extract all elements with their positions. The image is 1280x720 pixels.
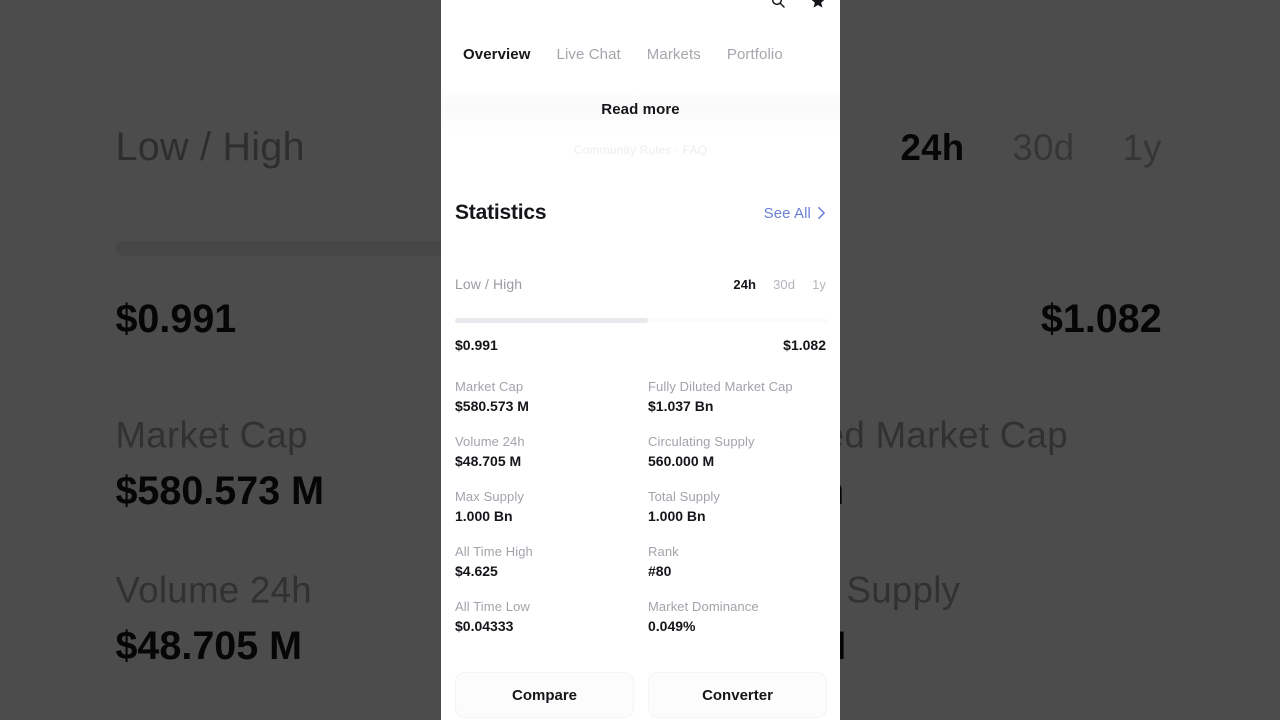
- tab-markets[interactable]: Markets: [647, 46, 701, 63]
- stat-rank: Rank #80: [648, 543, 827, 598]
- range-option-30d[interactable]: 30d: [773, 277, 795, 292]
- stat-volume-24h: Volume 24h $48.705 M: [455, 433, 634, 488]
- stat-total-supply: Total Supply 1.000 Bn: [648, 488, 827, 543]
- stat-market-cap: Market Cap $580.573 M: [455, 378, 634, 433]
- range-option-24h[interactable]: 24h: [733, 277, 756, 292]
- stat-value: $580.573 M: [455, 398, 529, 414]
- stat-value: 1.000 Bn: [648, 508, 706, 524]
- stat-label: All Time Low: [455, 599, 530, 614]
- bg-low-value: $0.991: [115, 295, 237, 341]
- tab-overview[interactable]: Overview: [463, 46, 531, 63]
- stat-label: All Time High: [455, 544, 533, 559]
- action-button-row: Compare Converter: [455, 672, 827, 718]
- stat-label: Market Dominance: [648, 599, 759, 614]
- tab-live-chat[interactable]: Live Chat: [557, 46, 621, 63]
- stat-fully-diluted-market-cap: Fully Diluted Market Cap $1.037 Bn: [648, 378, 827, 433]
- range-option-1y[interactable]: 1y: [812, 277, 826, 292]
- bg-range-30d: 30d: [1012, 124, 1075, 167]
- converter-button[interactable]: Converter: [648, 672, 827, 718]
- tab-bar: Overview Live Chat Markets Portfolio: [441, 38, 840, 70]
- stat-label: Total Supply: [648, 489, 721, 504]
- stat-label: Rank: [648, 544, 679, 559]
- stat-all-time-low: All Time Low $0.04333: [455, 598, 634, 653]
- stat-label: Circulating Supply: [648, 434, 755, 449]
- stat-value: #80: [648, 563, 672, 579]
- see-all-label: See All: [763, 204, 811, 222]
- compare-button[interactable]: Compare: [455, 672, 634, 718]
- see-all-link[interactable]: See All: [764, 205, 826, 222]
- stat-value: 560.000 M: [648, 453, 715, 469]
- star-icon[interactable]: [810, 0, 826, 9]
- stat-max-supply: Max Supply 1.000 Bn: [455, 488, 634, 543]
- read-more-button[interactable]: Read more: [601, 101, 679, 118]
- low-value: $0.991: [455, 337, 498, 353]
- bg-range-24h: 24h: [900, 124, 965, 167]
- low-high-values-row: $0.991 $1.082: [441, 334, 840, 356]
- low-high-row: Low / High 24h 30d 1y: [441, 272, 840, 296]
- stat-label: Max Supply: [455, 489, 524, 504]
- stat-value: $4.625: [455, 563, 498, 579]
- app-header: [441, 0, 840, 12]
- stat-market-dominance: Market Dominance 0.049%: [648, 598, 827, 653]
- header-right-group: [770, 0, 826, 9]
- bg-low-high-label: Low / High: [115, 123, 305, 169]
- stat-value: 1.000 Bn: [455, 508, 513, 524]
- statistics-title: Statistics: [455, 201, 547, 224]
- app-screen: Overview Live Chat Markets Portfolio Rea…: [441, 0, 840, 720]
- statistics-grid: Market Cap $580.573 M Fully Diluted Mark…: [455, 378, 827, 653]
- tab-portfolio[interactable]: Portfolio: [727, 46, 783, 63]
- range-toggle-group: 24h 30d 1y: [733, 277, 826, 292]
- chevron-right-icon: [817, 206, 826, 220]
- stat-value: 0.049%: [648, 618, 696, 634]
- statistics-header: Statistics See All: [441, 196, 840, 230]
- bg-range-1y: 1y: [1122, 124, 1162, 167]
- stat-all-time-high: All Time High $4.625: [455, 543, 634, 598]
- stat-value: $48.705 M: [455, 453, 522, 469]
- bg-range-toggle: 24h 30d 1y: [900, 125, 1161, 167]
- stat-circulating-supply: Circulating Supply 560.000 M: [648, 433, 827, 488]
- phone-screenshot-panel: Overview Live Chat Markets Portfolio Rea…: [441, 0, 840, 720]
- search-icon[interactable]: [770, 0, 786, 9]
- stat-label: Volume 24h: [455, 434, 525, 449]
- low-high-progress-bar: [455, 318, 827, 323]
- stat-label: Fully Diluted Market Cap: [648, 379, 793, 394]
- read-more-area[interactable]: Read more: [441, 86, 840, 132]
- stat-label: Market Cap: [455, 379, 524, 394]
- high-value: $1.082: [783, 337, 826, 353]
- stat-value: $1.037 Bn: [648, 398, 714, 414]
- low-high-progress-fill: [455, 318, 649, 323]
- low-high-label: Low / High: [455, 276, 523, 292]
- bg-high-value: $1.082: [1040, 295, 1162, 341]
- stat-value: $0.04333: [455, 618, 514, 634]
- community-rules-faq-links[interactable]: Community Rules · FAQ: [441, 143, 840, 157]
